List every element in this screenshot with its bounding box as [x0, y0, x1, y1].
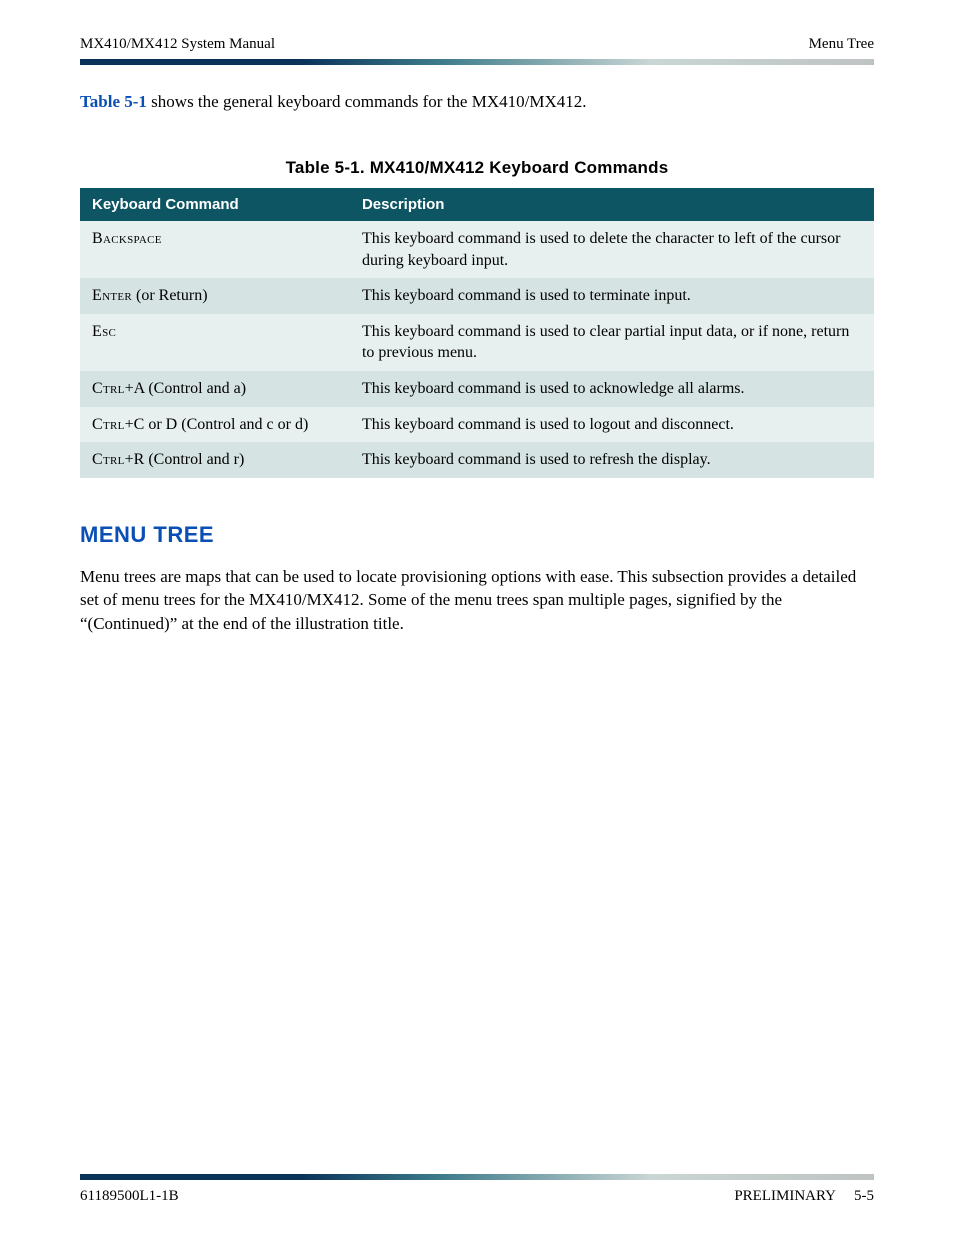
document-page: MX410/MX412 System Manual Menu Tree Tabl… [0, 0, 954, 1235]
intro-text: shows the general keyboard commands for … [147, 92, 587, 111]
cell-description: This keyboard command is used to acknowl… [350, 371, 874, 407]
table-row: Esc This keyboard command is used to cle… [80, 314, 874, 371]
intro-paragraph: Table 5-1 shows the general keyboard com… [80, 91, 874, 114]
footer-rule [80, 1174, 874, 1180]
header-rule [80, 59, 874, 65]
footer-page-number: 5-5 [854, 1188, 874, 1204]
running-header: MX410/MX412 System Manual Menu Tree [80, 36, 874, 53]
cell-command: Ctrl+C or D (Control and c or d) [80, 407, 350, 443]
table-row: Ctrl+A (Control and a) This keyboard com… [80, 371, 874, 407]
cell-command: Enter (or Return) [80, 278, 350, 314]
table-row: Backspace This keyboard command is used … [80, 221, 874, 278]
page-footer: 61189500L1-1B PRELIMINARY 5-5 [80, 1174, 874, 1205]
footer-row: 61189500L1-1B PRELIMINARY 5-5 [80, 1188, 874, 1205]
table-header-command: Keyboard Command [80, 188, 350, 221]
cell-command: Backspace [80, 221, 350, 278]
table-header-row: Keyboard Command Description [80, 188, 874, 221]
cell-description: This keyboard command is used to logout … [350, 407, 874, 443]
cell-command: Ctrl+A (Control and a) [80, 371, 350, 407]
section-paragraph: Menu trees are maps that can be used to … [80, 565, 874, 636]
cell-description: This keyboard command is used to refresh… [350, 442, 874, 478]
footer-doc-number: 61189500L1-1B [80, 1188, 179, 1205]
footer-right: PRELIMINARY 5-5 [734, 1188, 874, 1205]
table-row: Ctrl+C or D (Control and c or d) This ke… [80, 407, 874, 443]
keyboard-commands-table: Keyboard Command Description Backspace T… [80, 188, 874, 478]
section-heading: MENU TREE [80, 522, 874, 548]
header-left: MX410/MX412 System Manual [80, 36, 275, 53]
header-right: Menu Tree [809, 36, 874, 53]
cell-command: Ctrl+R (Control and r) [80, 442, 350, 478]
cell-command: Esc [80, 314, 350, 371]
table-row: Enter (or Return) This keyboard command … [80, 278, 874, 314]
cell-description: This keyboard command is used to termina… [350, 278, 874, 314]
table-caption: Table 5-1. MX410/MX412 Keyboard Commands [80, 158, 874, 178]
cell-description: This keyboard command is used to delete … [350, 221, 874, 278]
table-header-description: Description [350, 188, 874, 221]
table-reference-link[interactable]: Table 5-1 [80, 92, 147, 111]
table-row: Ctrl+R (Control and r) This keyboard com… [80, 442, 874, 478]
footer-status: PRELIMINARY [734, 1188, 836, 1204]
cell-description: This keyboard command is used to clear p… [350, 314, 874, 371]
